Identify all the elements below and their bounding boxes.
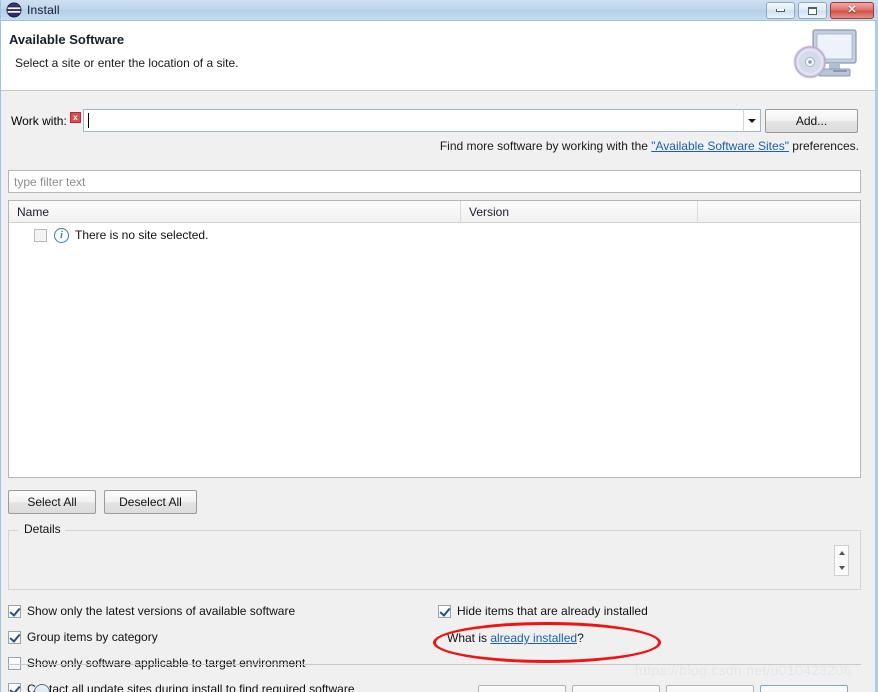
checkbox-group-by-category[interactable] xyxy=(8,630,21,644)
option-applicable-target-environment[interactable]: Show only software applicable to target … xyxy=(8,656,305,670)
minimize-button[interactable] xyxy=(766,2,795,19)
column-header-version[interactable]: Version xyxy=(461,201,698,222)
option-label: Hide items that are already installed xyxy=(457,604,648,618)
window-title: Install xyxy=(27,3,60,17)
option-contact-update-sites[interactable]: Contact all update sites during install … xyxy=(8,682,355,692)
option-group-by-category[interactable]: Group items by category xyxy=(8,630,158,644)
spinner-up-button[interactable] xyxy=(835,546,848,561)
spinner-up-icon xyxy=(838,551,845,556)
text-caret xyxy=(88,113,89,128)
option-label: Show only software applicable to target … xyxy=(27,656,306,670)
add-button[interactable]: Add... xyxy=(765,109,858,133)
work-with-label: Work with: xyxy=(11,114,67,128)
checkbox-show-latest-versions[interactable] xyxy=(8,604,21,618)
find-more-software-hint: Find more software by working with the "… xyxy=(440,139,859,153)
minimize-icon xyxy=(776,9,785,12)
monitor-with-disc-icon xyxy=(789,26,863,86)
error-decorator-icon: x xyxy=(70,112,81,123)
finish-button[interactable]: Finish xyxy=(666,685,754,692)
already-installed-link[interactable]: already installed xyxy=(490,631,577,645)
hint-prefix: Find more software by working with the xyxy=(439,139,652,153)
next-button[interactable]: Next > xyxy=(572,685,660,692)
spinner-down-icon xyxy=(838,565,845,570)
spinner-down-button[interactable] xyxy=(835,561,848,576)
back-button[interactable]: < Back xyxy=(478,685,566,692)
row-name-label: There is no site selected. xyxy=(75,228,209,242)
install-dialog-window: Install ✕ Available Software Select a si… xyxy=(0,0,878,692)
row-checkbox xyxy=(34,228,47,242)
details-border-left xyxy=(9,530,18,531)
eclipse-sphere-icon xyxy=(6,2,22,18)
what-is-already-installed: What is already installed? xyxy=(447,631,584,645)
hint-suffix: preferences. xyxy=(788,139,859,153)
chevron-down-icon xyxy=(748,118,756,123)
table-header: Name Version xyxy=(9,201,860,223)
details-border-right xyxy=(65,530,860,531)
cancel-button[interactable]: Cancel xyxy=(760,685,848,692)
software-table[interactable]: Name Version i There is no site selected… xyxy=(8,200,861,478)
details-label: Details xyxy=(21,522,64,536)
deselect-all-button[interactable]: Deselect All xyxy=(104,490,197,514)
available-software-sites-link[interactable]: "Available Software Sites" xyxy=(651,139,789,153)
page-subtitle: Select a site or enter the location of a… xyxy=(15,56,239,70)
checkbox-hide-installed-items[interactable] xyxy=(438,604,451,618)
checkbox-applicable-target-environment[interactable] xyxy=(8,656,21,670)
window-controls: ✕ xyxy=(766,2,874,19)
info-icon: i xyxy=(54,227,69,243)
work-with-input[interactable] xyxy=(84,110,743,131)
dialog-body: Work with: x Add... Find more software b… xyxy=(1,91,875,692)
wizard-banner: Available Software Select a site or ente… xyxy=(1,21,875,91)
option-label: Group items by category xyxy=(27,630,158,644)
watermark: https://blog.csdn.net/u010423208 xyxy=(635,662,852,678)
page-title: Available Software xyxy=(9,32,125,47)
column-header-name[interactable]: Name xyxy=(9,201,461,222)
what-is-prefix: What is xyxy=(447,631,491,645)
work-with-row: Work with: x Add... xyxy=(1,109,875,135)
checkbox-contact-update-sites[interactable] xyxy=(8,682,21,692)
maximize-button[interactable] xyxy=(798,2,827,19)
table-row[interactable]: i There is no site selected. xyxy=(9,223,860,247)
details-spinner[interactable] xyxy=(834,545,849,576)
option-label: Show only the latest versions of availab… xyxy=(27,604,296,618)
filter-field[interactable] xyxy=(8,170,861,193)
maximize-icon xyxy=(808,6,817,15)
close-icon: ✕ xyxy=(847,4,857,16)
what-is-suffix: ? xyxy=(577,631,584,645)
option-hide-installed-items[interactable]: Hide items that are already installed xyxy=(438,604,648,618)
filter-input[interactable] xyxy=(9,174,860,189)
work-with-combo[interactable] xyxy=(83,109,761,132)
title-bar: Install ✕ xyxy=(1,0,878,21)
option-show-latest-versions[interactable]: Show only the latest versions of availab… xyxy=(8,604,295,618)
work-with-dropdown-button[interactable] xyxy=(743,110,760,131)
option-label: Contact all update sites during install … xyxy=(27,682,355,692)
details-group: Details xyxy=(8,522,861,590)
close-button[interactable]: ✕ xyxy=(830,2,874,19)
select-all-button[interactable]: Select All xyxy=(8,490,96,514)
column-header-blank[interactable] xyxy=(698,201,860,222)
